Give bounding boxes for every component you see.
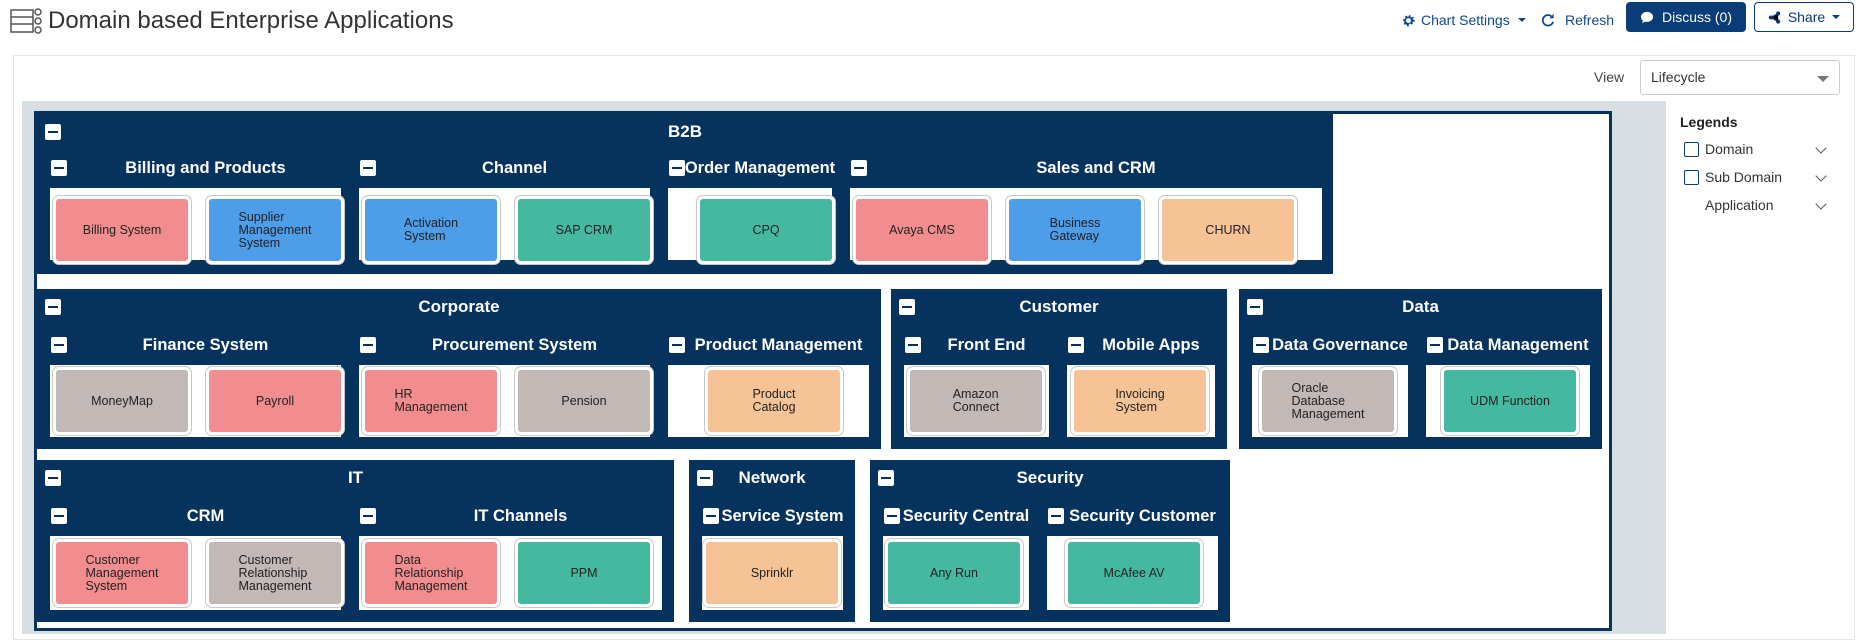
application-card[interactable]: Activation System xyxy=(362,196,500,264)
domain-title: Network xyxy=(738,468,806,487)
subdomain-title: Data Governance xyxy=(1272,336,1408,354)
legend-item-label: Domain xyxy=(1705,141,1754,157)
collapse-toggle-icon[interactable] xyxy=(1253,337,1269,353)
application-card[interactable]: Oracle Database Management xyxy=(1259,367,1397,435)
subdomain-title: Billing and Products xyxy=(125,159,286,177)
dropdown-arrow-icon xyxy=(1817,76,1829,82)
application-card[interactable]: Supplier Management System xyxy=(206,196,344,264)
collapse-toggle-icon[interactable] xyxy=(669,160,685,176)
application-card[interactable]: Invoicing System xyxy=(1071,367,1209,435)
share-icon xyxy=(1768,10,1780,24)
subdomain-title: Procurement System xyxy=(431,336,598,354)
subdomain-title: Mobile Apps xyxy=(1102,336,1200,354)
share-label: Share xyxy=(1787,9,1826,25)
application-card[interactable]: Avaya CMS xyxy=(853,196,991,264)
application-card[interactable]: Payroll xyxy=(206,367,344,435)
view-select[interactable]: Lifecycle xyxy=(1640,60,1840,95)
refresh-label: Refresh xyxy=(1565,12,1615,28)
refresh-icon xyxy=(1541,13,1554,27)
application-card[interactable]: Pension xyxy=(515,367,653,435)
application-card[interactable]: CPQ xyxy=(697,196,835,264)
domain-title: Data xyxy=(1402,297,1439,316)
subdomain-title: Data Management xyxy=(1447,336,1589,354)
application-card[interactable]: MoneyMap xyxy=(53,367,191,435)
application-card[interactable]: PPM xyxy=(515,539,653,607)
application-card[interactable]: Sprinklr xyxy=(703,539,841,607)
collapse-toggle-icon[interactable] xyxy=(45,124,61,140)
application-card[interactable]: CHURN xyxy=(1159,196,1297,264)
domain-title: Customer xyxy=(1019,297,1099,316)
chart-settings-label: Chart Settings xyxy=(1421,12,1510,28)
refresh-button[interactable]: Refresh xyxy=(1541,6,1614,34)
view-label: View xyxy=(1594,69,1625,85)
collapse-toggle-icon[interactable] xyxy=(669,337,685,353)
legend-item-application[interactable]: Application xyxy=(1705,197,1774,213)
legend-title: Legends xyxy=(1680,114,1738,130)
subdomain-title: Security Customer xyxy=(1069,507,1216,525)
domain-title: Corporate xyxy=(418,297,500,316)
subdomain-title: IT Channels xyxy=(473,507,568,525)
collapse-toggle-icon[interactable] xyxy=(899,299,915,315)
subdomain-title: Front End xyxy=(947,336,1026,354)
legend-item-label: Application xyxy=(1705,197,1774,213)
application-card[interactable]: Business Gateway xyxy=(1006,196,1144,264)
subdomain-title: Product Management xyxy=(694,336,863,354)
application-card[interactable]: Product Catalog xyxy=(705,367,843,435)
discuss-button[interactable]: Discuss (0) xyxy=(1626,2,1746,32)
legend-item-domain[interactable]: Domain xyxy=(1684,141,1753,157)
collapse-toggle-icon[interactable] xyxy=(51,508,67,524)
collapse-toggle-icon[interactable] xyxy=(360,160,376,176)
comment-icon xyxy=(1640,11,1654,23)
collapse-toggle-icon[interactable] xyxy=(1247,299,1263,315)
application-card[interactable]: Any Run xyxy=(885,539,1023,607)
application-card[interactable]: Amazon Connect xyxy=(907,367,1045,435)
subdomain-title: Finance System xyxy=(142,336,269,354)
domain-title: Security xyxy=(1016,468,1084,487)
application-card[interactable]: HR Management xyxy=(362,367,500,435)
collapse-toggle-icon[interactable] xyxy=(45,470,61,486)
view-selected-value: Lifecycle xyxy=(1651,69,1706,85)
subdomain-title: Order Management xyxy=(684,159,836,177)
subdomain-title: Channel xyxy=(481,159,548,177)
application-card[interactable]: Customer Management System xyxy=(53,539,191,607)
subdomain-title: Security Central xyxy=(902,507,1030,525)
collapse-toggle-icon[interactable] xyxy=(360,337,376,353)
caret-down-icon xyxy=(1517,18,1526,22)
application-card[interactable]: McAfee AV xyxy=(1065,539,1203,607)
application-card[interactable]: UDM Function xyxy=(1441,367,1579,435)
collapse-toggle-icon[interactable] xyxy=(703,508,719,524)
legend-item-label: Sub Domain xyxy=(1705,169,1783,185)
collapse-toggle-icon[interactable] xyxy=(360,508,376,524)
application-card[interactable]: Billing System xyxy=(53,196,191,264)
application-card[interactable]: Customer Relationship Management xyxy=(206,539,344,607)
chart-settings-button[interactable]: Chart Settings xyxy=(1402,6,1526,34)
subdomain-title: CRM xyxy=(186,507,225,525)
page-header: Domain based Enterprise Applications Cha… xyxy=(0,0,1868,52)
collapse-toggle-icon[interactable] xyxy=(878,470,894,486)
checkbox[interactable] xyxy=(1684,141,1699,157)
checkbox[interactable] xyxy=(1684,169,1699,185)
collapse-toggle-icon[interactable] xyxy=(45,299,61,315)
app-grid-icon xyxy=(10,8,42,34)
collapse-toggle-icon[interactable] xyxy=(905,337,921,353)
page-title: Domain based Enterprise Applications xyxy=(48,7,454,34)
discuss-label: Discuss (0) xyxy=(1661,9,1732,25)
legend-item-sub-domain[interactable]: Sub Domain xyxy=(1684,169,1782,185)
collapse-toggle-icon[interactable] xyxy=(884,508,900,524)
collapse-toggle-icon[interactable] xyxy=(1068,337,1084,353)
collapse-toggle-icon[interactable] xyxy=(51,337,67,353)
application-card[interactable]: SAP CRM xyxy=(515,196,653,264)
collapse-toggle-icon[interactable] xyxy=(1427,337,1443,353)
domain-title: B2B xyxy=(667,122,702,141)
caret-down-icon xyxy=(1832,15,1841,19)
collapse-toggle-icon[interactable] xyxy=(851,160,867,176)
subdomain-title: Sales and CRM xyxy=(1036,159,1156,177)
domain-title: IT xyxy=(347,468,364,487)
application-card[interactable]: Data Relationship Management xyxy=(362,539,500,607)
collapse-toggle-icon[interactable] xyxy=(51,160,67,176)
collapse-toggle-icon[interactable] xyxy=(1048,508,1064,524)
collapse-toggle-icon[interactable] xyxy=(697,470,713,486)
gear-icon xyxy=(1403,14,1415,27)
share-button[interactable]: Share xyxy=(1754,2,1854,32)
